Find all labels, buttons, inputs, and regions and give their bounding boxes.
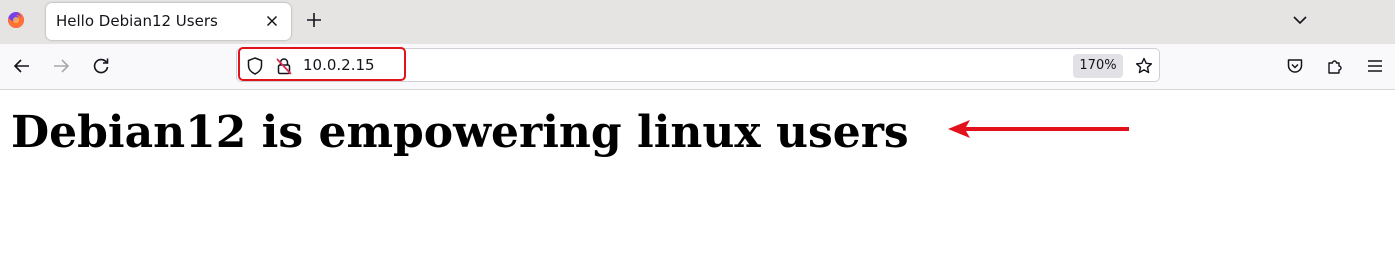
close-icon[interactable] (264, 13, 280, 29)
pocket-icon[interactable] (1285, 56, 1305, 76)
forward-arrow-icon[interactable] (51, 56, 71, 76)
reload-icon[interactable] (91, 56, 111, 76)
plus-icon[interactable] (304, 10, 324, 30)
extensions-icon[interactable] (1325, 56, 1345, 76)
hamburger-menu-icon[interactable] (1365, 56, 1385, 76)
url-highlight-box (238, 47, 406, 81)
firefox-logo-icon[interactable] (7, 11, 25, 29)
page-heading: Debian12 is empowering linux users (11, 107, 909, 158)
tab-strip: Hello Debian12 Users (0, 0, 1395, 44)
star-icon[interactable] (1134, 56, 1154, 76)
zoom-level-badge[interactable]: 170% (1073, 54, 1123, 78)
red-arrow-icon (948, 120, 1129, 138)
chevron-down-icon[interactable] (1292, 12, 1308, 28)
tab-title: Hello Debian12 Users (56, 12, 218, 30)
back-arrow-icon[interactable] (12, 56, 32, 76)
navigation-toolbar: 10.0.2.15 170% (0, 44, 1395, 90)
active-tab[interactable]: Hello Debian12 Users (46, 3, 291, 40)
